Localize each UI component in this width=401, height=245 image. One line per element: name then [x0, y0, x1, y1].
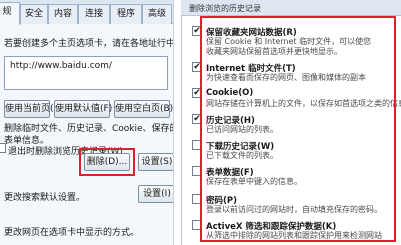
tab-programs[interactable]: 程序: [110, 4, 142, 24]
search-settings-button[interactable]: 设置(I): [138, 185, 173, 203]
tab-general[interactable]: 规: [0, 2, 20, 25]
tabs-description: 更改网页在选项卡中显示的方式。: [4, 228, 140, 238]
use-blank-button[interactable]: 使用空白页(B): [114, 100, 173, 118]
options-highlight: [200, 16, 396, 242]
tab-connections[interactable]: 连接: [78, 4, 110, 24]
homepage-description: 若要创建多个主页选项卡，请在各地址行中键入地址(R)。: [4, 39, 173, 49]
tab-advanced[interactable]: 高级: [142, 4, 172, 24]
tab-bar: 规 安全 内容 连接 程序 高级: [0, 0, 173, 25]
dialog-title: 删除浏览的历史记录: [189, 4, 261, 13]
tab-content[interactable]: 内容: [48, 4, 78, 24]
search-description: 更改搜索默认设置。: [4, 193, 86, 203]
homepage-url-value: http://www.baidu.com/: [10, 61, 112, 71]
use-default-button[interactable]: 使用默认值(F): [54, 100, 112, 118]
tab-security[interactable]: 安全: [20, 4, 48, 24]
delete-on-exit-checkbox[interactable]: [0, 143, 6, 153]
history-settings-button[interactable]: 设置(S): [138, 153, 173, 171]
internet-options-panel: 规 安全 内容 连接 程序 高级 若要创建多个主页选项卡，请在各地址行中键入地址…: [0, 0, 174, 245]
delete-button-highlight: [79, 148, 135, 176]
dialog-titlebar: 删除浏览的历史记录: [181, 0, 401, 16]
homepage-url-field[interactable]: http://www.baidu.com/: [4, 56, 168, 90]
use-current-button[interactable]: 使用当前页(C): [4, 100, 63, 118]
